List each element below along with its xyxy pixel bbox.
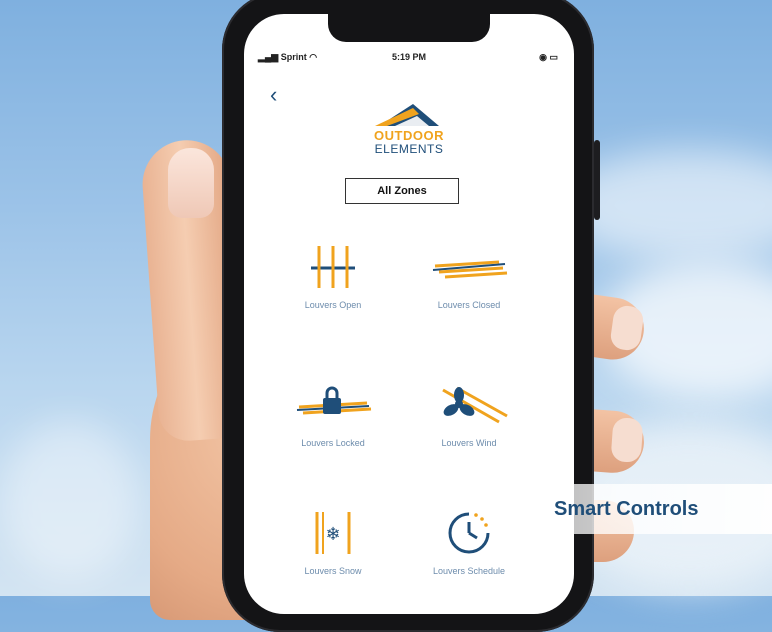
status-time: 5:19 PM [391,52,426,62]
louvers-open-icon [311,246,355,288]
louvers-schedule-icon [448,512,490,554]
tile-label: Louvers Open [304,300,362,310]
brand-logo: OUTDOOR ELEMENTS [354,102,464,156]
tile-label: Louvers Schedule [432,566,506,576]
logo-text-bottom: ELEMENTS [374,142,444,156]
zone-selector-button[interactable]: All Zones [345,178,459,204]
louvers-schedule-button[interactable]: Louvers Schedule [404,508,534,576]
louvers-snow-button[interactable]: ❄ Louvers Snow [268,508,398,576]
tile-label: Louvers Snow [304,566,362,576]
louvers-closed-icon [432,260,508,279]
tile-label: Louvers Closed [437,300,501,310]
smart-controls-banner: Smart Controls [536,484,772,534]
svg-text:❄: ❄ [325,524,340,545]
roof-logo-icon [375,104,439,126]
tile-label: Louvers Locked [301,438,365,448]
louvers-snow-icon: ❄ [315,512,351,554]
louvers-wind-button[interactable]: Louvers Wind [404,380,534,448]
louvers-closed-button[interactable]: Louvers Closed [404,242,534,310]
louvers-locked-button[interactable]: Louvers Locked [268,380,398,448]
louvers-locked-icon [296,386,372,415]
logo-text-top: OUTDOOR [374,128,444,143]
phone-side-button [594,140,600,220]
phone-screen: ▂▄▆ Sprint ◠ 5:19 PM ◉ ▭ ‹ OUTDOOR ELEME… [244,14,574,614]
battery-icon: ◉ ▭ [539,52,558,62]
back-button[interactable]: ‹ [270,82,277,108]
phone-notch [328,14,490,42]
louvers-open-button[interactable]: Louvers Open [268,242,398,310]
louvers-wind-icon [442,386,508,424]
tile-label: Louvers Wind [441,438,497,448]
